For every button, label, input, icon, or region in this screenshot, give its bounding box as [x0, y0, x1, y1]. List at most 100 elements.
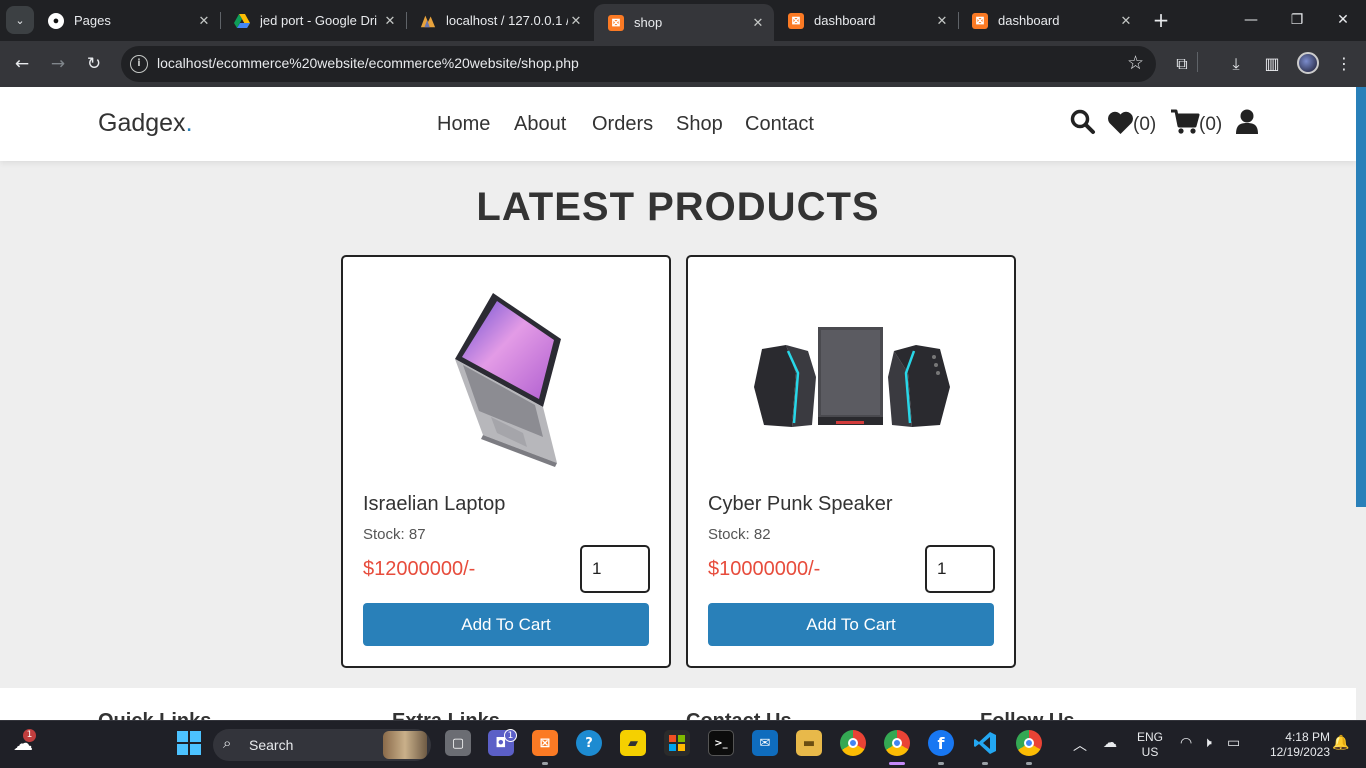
new-tab-button[interactable]: +	[1149, 6, 1173, 34]
profile-avatar[interactable]	[1297, 52, 1319, 74]
region-indicator[interactable]: US	[1136, 745, 1164, 760]
mail-icon[interactable]: ✉	[752, 730, 778, 756]
close-icon[interactable]: ✕	[750, 15, 766, 31]
sticky-notes-icon[interactable]: ▰	[620, 730, 646, 756]
close-icon[interactable]: ✕	[1118, 13, 1134, 29]
windows-start-icon[interactable]	[176, 730, 202, 756]
running-indicator	[938, 762, 944, 765]
tab-shop[interactable]: ⊠ shop ✕	[594, 4, 774, 41]
product-stock: Stock: 82	[708, 526, 771, 543]
footer-heading-quick-links: Quick Links	[98, 710, 211, 720]
nav-shop[interactable]: Shop	[676, 113, 723, 136]
side-panel-icon[interactable]: ▥	[1260, 52, 1284, 76]
chrome-active-icon[interactable]	[884, 730, 910, 756]
logo-dot: .	[185, 109, 193, 137]
wifi-icon[interactable]: ◠	[1180, 735, 1192, 751]
running-indicator	[542, 762, 548, 765]
close-icon[interactable]: ✕	[382, 13, 398, 29]
url-text[interactable]: localhost/ecommerce%20website/ecommerce%…	[157, 55, 579, 71]
facebook-icon[interactable]: f	[928, 730, 954, 756]
clock-time[interactable]: 4:18 PM	[1254, 730, 1330, 745]
close-window-button[interactable]: ✕	[1320, 0, 1366, 41]
vscode-icon[interactable]	[972, 730, 998, 756]
language-indicator[interactable]: ENG	[1136, 730, 1164, 745]
chrome-profile-icon[interactable]	[1016, 730, 1042, 756]
clock-date[interactable]: 12/19/2023	[1254, 745, 1330, 760]
terminal-icon[interactable]: >_	[708, 730, 734, 756]
footer-heading-follow-us: Follow Us	[980, 710, 1074, 720]
task-view-icon[interactable]: ▢	[445, 730, 471, 756]
nav-contact[interactable]: Contact	[745, 113, 814, 136]
bookmark-star-icon[interactable]: ☆	[1127, 52, 1144, 74]
tab-dashboard-1[interactable]: ⊠ dashboard ✕	[774, 0, 958, 41]
quantity-input[interactable]	[580, 545, 650, 593]
page-title: LATEST PRODUCTS	[476, 185, 880, 229]
tab-title: jed port - Google Dri	[260, 13, 378, 28]
product-price: $10000000/-	[708, 558, 821, 580]
running-indicator	[982, 762, 988, 765]
site-footer: Quick Links Extra Links Contact Us Follo…	[0, 688, 1356, 720]
product-name: Israelian Laptop	[363, 493, 506, 515]
back-button[interactable]: ←	[7, 49, 37, 79]
running-indicator	[889, 762, 905, 765]
chevron-up-icon[interactable]: ︿	[1073, 735, 1087, 755]
tab-title: localhost / 127.0.0.1 /	[446, 13, 568, 28]
volume-icon[interactable]: 🕨	[1203, 735, 1212, 751]
toolbar-divider	[1197, 52, 1198, 72]
taskbar-search[interactable]: ⌕ Search	[213, 729, 431, 761]
speaker-image	[708, 277, 994, 485]
tab-google-drive[interactable]: jed port - Google Dri ✕	[220, 0, 406, 41]
site-logo[interactable]: Gadgex.	[98, 109, 193, 138]
forward-button[interactable]: →	[43, 49, 73, 79]
search-highlight-icon	[383, 731, 427, 759]
reload-button[interactable]: ↻	[79, 49, 109, 79]
browser-tab-bar: ⌄ ● Pages ✕ jed port - Google Dri ✕ loca…	[0, 0, 1366, 41]
tab-dashboard-2[interactable]: ⊠ dashboard ✕	[958, 0, 1142, 41]
close-icon[interactable]: ✕	[934, 13, 950, 29]
quantity-input[interactable]	[925, 545, 995, 593]
cart-count[interactable]: (0)	[1199, 114, 1222, 136]
help-icon[interactable]: ?	[576, 730, 602, 756]
site-info-icon[interactable]: i	[130, 55, 148, 73]
footer-heading-extra-links: Extra Links	[392, 710, 500, 720]
product-name: Cyber Punk Speaker	[708, 493, 893, 515]
nav-about[interactable]: About	[514, 113, 566, 136]
wishlist-count[interactable]: (0)	[1133, 114, 1156, 136]
extensions-icon[interactable]: ⧉	[1170, 52, 1194, 76]
tab-search-button[interactable]: ⌄	[6, 6, 34, 34]
xampp-icon[interactable]: ⊠	[532, 730, 558, 756]
minimize-button[interactable]: —	[1228, 0, 1274, 41]
page-scrollbar-thumb[interactable]	[1356, 87, 1366, 507]
search-icon[interactable]	[1070, 109, 1096, 142]
cart-icon[interactable]	[1170, 109, 1200, 142]
onedrive-icon[interactable]: ☁	[1103, 735, 1117, 751]
tab-phpmyadmin[interactable]: localhost / 127.0.0.1 / ✕	[406, 0, 592, 41]
menu-kebab-icon[interactable]: ⋮	[1332, 52, 1356, 76]
tab-title: shop	[634, 15, 663, 30]
browser-toolbar: ← → ↻ i localhost/ecommerce%20website/ec…	[0, 41, 1366, 87]
nav-orders[interactable]: Orders	[592, 113, 653, 136]
site-header: Gadgex. Home About Orders Shop Contact (…	[0, 87, 1356, 161]
footer-heading-contact-us: Contact Us	[686, 710, 792, 720]
xampp-icon: ⊠	[972, 12, 988, 29]
user-icon[interactable]	[1236, 109, 1258, 142]
chrome-icon[interactable]	[840, 730, 866, 756]
battery-icon[interactable]: ▭	[1227, 735, 1240, 751]
close-icon[interactable]: ✕	[196, 13, 212, 29]
download-icon[interactable]: ⤓	[1224, 52, 1248, 76]
notification-bell-icon[interactable]: 🔔	[1332, 735, 1349, 751]
add-to-cart-button[interactable]: Add To Cart	[708, 603, 994, 646]
running-indicator	[1026, 762, 1032, 765]
microsoft-store-icon[interactable]	[664, 730, 690, 756]
restore-button[interactable]: ❐	[1274, 0, 1320, 41]
add-to-cart-button[interactable]: Add To Cart	[363, 603, 649, 646]
close-icon[interactable]: ✕	[568, 13, 584, 29]
heart-icon[interactable]	[1107, 111, 1134, 142]
tab-pages[interactable]: ● Pages ✕	[34, 0, 220, 41]
tab-title: dashboard	[814, 13, 876, 28]
tab-title: Pages	[74, 13, 111, 28]
address-bar[interactable]: i localhost/ecommerce%20website/ecommerc…	[121, 46, 1156, 82]
xampp-icon: ⊠	[788, 12, 804, 29]
file-explorer-icon[interactable]: ▬	[796, 730, 822, 756]
nav-home[interactable]: Home	[437, 113, 490, 136]
